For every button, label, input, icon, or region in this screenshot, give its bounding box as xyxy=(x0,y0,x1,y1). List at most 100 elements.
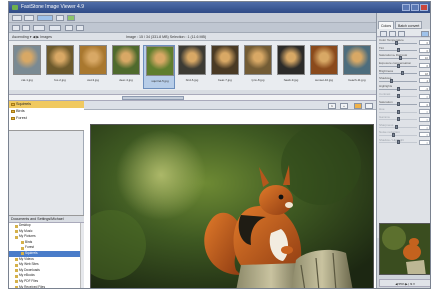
rotate-icon[interactable] xyxy=(380,31,387,37)
thumbnail[interactable]: sunset-10.jpg xyxy=(308,45,340,89)
page-button[interactable]: 1 xyxy=(328,103,336,109)
window-title: FastStone Image Viewer 4.9 xyxy=(21,4,84,10)
thumbnail-image xyxy=(277,45,305,75)
adjustment-label: Noise reduction xyxy=(379,130,400,135)
crop-icon[interactable] xyxy=(389,31,396,37)
adjustment-value-field[interactable]: 0 xyxy=(419,40,430,45)
navigator-thumbnail[interactable] xyxy=(379,223,430,275)
folder-tree-item[interactable]: My Received Files xyxy=(9,285,84,288)
settings-button[interactable] xyxy=(76,25,84,31)
folder-tree-label: My Web Sites xyxy=(19,262,39,267)
left-panel: Squirrels Birds Forest Documents and Setti… xyxy=(9,101,84,288)
folder-tree-label: My Downloads xyxy=(19,267,40,272)
image-preview-area xyxy=(84,110,376,288)
adjustment-value-field[interactable]: 0 xyxy=(419,101,430,107)
thumbnail[interactable]: bird-6.jpg xyxy=(176,45,208,89)
thumbnail[interactable]: cat-1.jpg xyxy=(11,45,43,89)
up-button[interactable] xyxy=(22,25,30,31)
right-panel-tabs: Colors Batch convert xyxy=(377,21,430,29)
adjustment-value-field[interactable]: 0 xyxy=(419,93,430,99)
thumbnail[interactable]: beach-11.jpg xyxy=(341,45,373,89)
slider-knob[interactable] xyxy=(397,102,400,106)
view-mode-button[interactable] xyxy=(37,15,53,21)
tab-batch-convert[interactable]: Batch convert xyxy=(395,21,423,29)
slider-knob[interactable] xyxy=(397,94,400,99)
thumbnail-image xyxy=(13,45,41,75)
thumbnail[interactable]: bear-7.jpg xyxy=(209,45,241,89)
squirrel-photo[interactable] xyxy=(90,124,374,288)
folder-tree: Documents and Settings\Michael Desktop My… xyxy=(9,215,84,288)
folder-tree-label: Birds xyxy=(25,239,33,244)
app-icon xyxy=(12,5,18,10)
sort-button[interactable] xyxy=(49,25,61,31)
adjustment-value-field[interactable]: 0 xyxy=(419,47,430,53)
main-toolbar xyxy=(9,13,376,23)
info-icon[interactable] xyxy=(421,31,429,37)
fullscreen-icon[interactable] xyxy=(365,103,373,109)
star-icon[interactable] xyxy=(354,103,362,109)
adjustment-slider[interactable] xyxy=(379,80,417,82)
thumbnail-scrollbar[interactable] xyxy=(9,94,376,101)
slider-knob[interactable] xyxy=(398,55,402,60)
brush-icon[interactable] xyxy=(398,31,405,37)
adjustment-value-field[interactable]: 0 xyxy=(419,109,430,115)
slider-knob[interactable] xyxy=(389,78,393,83)
folder-icon xyxy=(11,103,15,106)
slider-knob[interactable] xyxy=(397,140,400,145)
favorite-folder-item[interactable]: Forest xyxy=(9,115,84,122)
tab-colors[interactable]: Colors xyxy=(378,21,395,29)
slider-knob[interactable] xyxy=(397,48,400,53)
minimize-button[interactable] xyxy=(402,4,410,11)
adjustment-value-field[interactable]: 0 xyxy=(419,132,430,138)
slider-knob[interactable] xyxy=(397,117,400,122)
favorite-folder-item[interactable]: Birds xyxy=(9,108,84,115)
thumbnail[interactable]: fox-2.jpg xyxy=(44,45,76,89)
go-button[interactable] xyxy=(67,15,75,21)
thumbnail[interactable]: deer-4.jpg xyxy=(110,45,142,89)
back-button[interactable] xyxy=(12,15,22,21)
forward-button[interactable] xyxy=(24,15,34,21)
slider-knob[interactable] xyxy=(395,40,399,45)
folder-button[interactable] xyxy=(33,25,45,31)
folder-icon xyxy=(15,263,18,267)
scrollbar-thumb[interactable] xyxy=(122,96,184,100)
adjustment-row: Highlights -3 xyxy=(377,84,430,92)
zoom-in-button[interactable]: + xyxy=(340,103,348,109)
favorite-folder-item[interactable]: Squirrels xyxy=(9,101,84,108)
zoom-control[interactable]: ◀ 55% ▶ | fit ▾ xyxy=(379,279,430,287)
adjustment-value-field[interactable]: 0 xyxy=(419,63,430,69)
adjustment-row: Tint 0 xyxy=(377,46,430,54)
folder-tree-label: My Pictures xyxy=(19,234,36,239)
thumbnail-image xyxy=(343,45,371,75)
slider-knob[interactable] xyxy=(397,86,400,91)
thumbnail[interactable]: squirrel-5.jpg xyxy=(143,45,175,89)
adjustment-row: Sharpness 0 xyxy=(377,123,430,131)
home-button[interactable] xyxy=(12,25,20,31)
adjustment-slider[interactable] xyxy=(379,73,417,75)
adjustment-value-field[interactable]: 0 xyxy=(419,116,430,122)
adjustment-value-field[interactable]: -3 xyxy=(419,86,430,92)
folder-icon xyxy=(11,117,15,120)
adjustment-slider[interactable] xyxy=(379,134,417,136)
adjustment-value-field[interactable]: 10 xyxy=(419,55,430,61)
thumbnail-image xyxy=(211,45,239,75)
maximize-button[interactable] xyxy=(411,4,419,11)
adjustment-value-field[interactable]: 0 xyxy=(419,139,430,145)
close-button[interactable] xyxy=(420,4,428,11)
thumbnail[interactable]: hawk-9.jpg xyxy=(275,45,307,89)
sort-controls[interactable]: Ascending ▾ ◀ ▶ Images xyxy=(12,35,52,39)
refresh-button[interactable] xyxy=(56,15,64,21)
adjustment-value-field[interactable]: 18 xyxy=(419,70,430,76)
adjustment-value-field[interactable]: 0 xyxy=(419,124,430,130)
folder-icon xyxy=(21,246,24,250)
filter-button[interactable] xyxy=(65,25,73,31)
slider-knob[interactable] xyxy=(395,125,399,130)
thumbnail-caption: bird-6.jpg xyxy=(185,78,199,82)
slider-knob[interactable] xyxy=(400,71,404,76)
slider-knob[interactable] xyxy=(397,109,400,114)
thumbnail[interactable]: lynx-8.jpg xyxy=(242,45,274,89)
adjustment-value-field[interactable]: 4 xyxy=(419,78,430,84)
slider-knob[interactable] xyxy=(391,132,395,137)
slider-knob[interactable] xyxy=(397,63,400,68)
thumbnail[interactable]: owl-3.jpg xyxy=(77,45,109,89)
